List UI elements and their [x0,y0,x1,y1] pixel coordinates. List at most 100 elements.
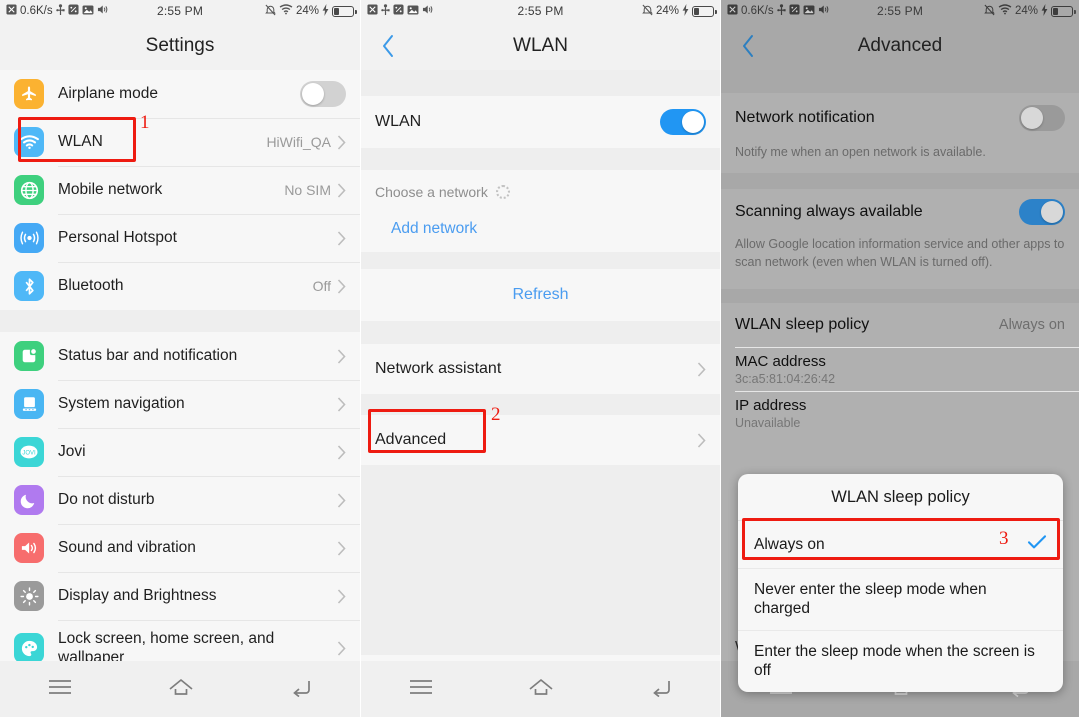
battery-percent: 24% [655,5,679,17]
wlan-master-toggle-row[interactable]: WLAN [361,96,720,148]
add-network-label: Add network [391,220,478,237]
settings-row-wlan[interactable]: WLAN HiWifi_QA [0,118,360,166]
refresh-row[interactable]: Refresh [361,269,720,321]
wlan-toggle[interactable] [660,109,706,135]
page-title: Settings [145,35,215,56]
settings-row-status-bar-notification[interactable]: Status bar and notification [0,332,360,380]
network-notification-toggle[interactable] [1019,105,1065,131]
settings-row-sound-vibration[interactable]: Sound and vibration [0,524,360,572]
settings-row-label: Display and Brightness [58,587,217,605]
dialog-option-label: Always on [754,535,825,553]
settings-row-label: Mobile network [58,181,163,199]
status-bar-right-icons: 24% [265,3,357,19]
section-gap [721,289,1079,304]
status-bar-right-icons: 24% [984,3,1076,19]
chevron-right-icon [337,588,346,604]
wlan-current-network: HiWifi_QA [266,134,331,150]
network-assistant-section: Network assistant [361,344,720,394]
settings-row-personal-hotspot[interactable]: Personal Hotspot [0,214,360,262]
signal-x-icon [6,4,17,18]
settings-row-display-brightness[interactable]: Display and Brightness [0,572,360,620]
dialog-option-sleep-when-screen-off[interactable]: Enter the sleep mode when the screen is … [738,631,1063,692]
network-assistant-label: Network assistant [375,360,502,377]
settings-group-connectivity: Airplane mode WLAN HiWifi_QA Mobile netw… [0,70,360,310]
scanning-always-available-row[interactable]: Scanning always available [721,189,1079,236]
ip-address-label: IP address [735,396,807,414]
globe-icon [14,175,44,205]
annotation-number-1: 1 [140,112,150,133]
settings-row-jovi[interactable]: JOVI Jovi [0,428,360,476]
advanced-row[interactable]: Advanced [361,415,720,465]
dialog-option-never-when-charged[interactable]: Never enter the sleep mode when charged [738,569,1063,631]
dialog-option-always-on[interactable]: Always on [738,521,1063,569]
mute-icon [984,4,995,19]
back-chevron-icon[interactable] [735,33,761,59]
section-gap [361,252,720,269]
back-icon[interactable] [289,677,313,702]
section-gap [361,148,720,170]
dialog-option-label: Enter the sleep mode when the screen is … [754,642,1035,680]
wifi-icon [279,4,293,18]
usb-icon [776,3,786,19]
network-notification-row[interactable]: Network notification [721,93,1079,143]
charging-bolt-icon [1041,3,1048,19]
moon-icon [14,485,44,515]
chevron-right-icon [337,182,346,198]
back-chevron-icon[interactable] [375,33,401,59]
status-bar-left-icons: 0.6K/s [6,3,109,19]
settings-row-label: Sound and vibration [58,539,196,557]
menu-icon[interactable] [408,678,434,701]
signal-x-icon [367,4,378,18]
system-nav-bar [0,661,360,717]
chevron-right-icon [337,278,346,294]
home-icon[interactable] [167,677,195,702]
settings-row-bluetooth[interactable]: Bluetooth Off [0,262,360,310]
mute-icon [642,4,653,19]
jovi-icon: JOVI [14,437,44,467]
system-nav-bar [361,661,720,717]
screenshot-icon [803,4,815,18]
status-bar-left-icons [367,3,434,19]
network-assistant-row[interactable]: Network assistant [361,344,720,394]
dialog-title: WLAN sleep policy [738,474,1063,521]
network-speed: 0.6K/s [741,5,774,17]
status-bar-right-icons: 24% [642,3,717,19]
settings-row-system-navigation[interactable]: System navigation [0,380,360,428]
advanced-label: Advanced [375,431,447,448]
volume-icon [422,4,434,18]
speaker-icon [14,533,44,563]
chevron-right-icon [337,492,346,508]
settings-row-label: Do not disturb [58,491,155,509]
settings-row-airplane-mode[interactable]: Airplane mode [0,70,360,118]
menu-icon[interactable] [47,678,73,701]
svg-text:JOVI: JOVI [22,450,36,456]
group-separator [0,310,360,332]
settings-row-mobile-network[interactable]: Mobile network No SIM [0,166,360,214]
home-icon[interactable] [527,677,555,702]
chevron-right-icon [337,540,346,556]
ip-address-row: IP address Unavailable [721,391,1079,436]
usb-icon [55,3,65,19]
wlan-sleep-policy-row[interactable]: WLAN sleep policy Always on [721,303,1079,348]
airplane-mode-toggle[interactable] [300,81,346,107]
developer-icon [68,4,79,18]
add-network-row[interactable]: Add network [361,206,720,252]
wlan-row-label: WLAN [375,113,422,130]
battery-icon [692,5,717,17]
status-bar-left-icons: 0.6K/s [727,3,830,19]
section-gap [721,70,1079,93]
section-gap [721,173,1079,190]
back-icon[interactable] [649,677,673,702]
scanning-toggle[interactable] [1019,199,1065,226]
volume-icon [97,4,109,18]
check-icon [1017,532,1047,557]
section-gap [361,394,720,415]
settings-row-label: Status bar and notification [58,347,238,365]
network-notification-section: Network notification Notify me when an o… [721,93,1079,174]
bluetooth-icon [14,271,44,301]
mac-address-row: MAC address 3c:a5:81:04:26:42 [721,347,1079,392]
settings-row-do-not-disturb[interactable]: Do not disturb [0,476,360,524]
scanning-description: Allow Google location information servic… [721,235,1079,290]
settings-title-bar: Settings [0,22,360,70]
chevron-right-icon [337,640,346,656]
